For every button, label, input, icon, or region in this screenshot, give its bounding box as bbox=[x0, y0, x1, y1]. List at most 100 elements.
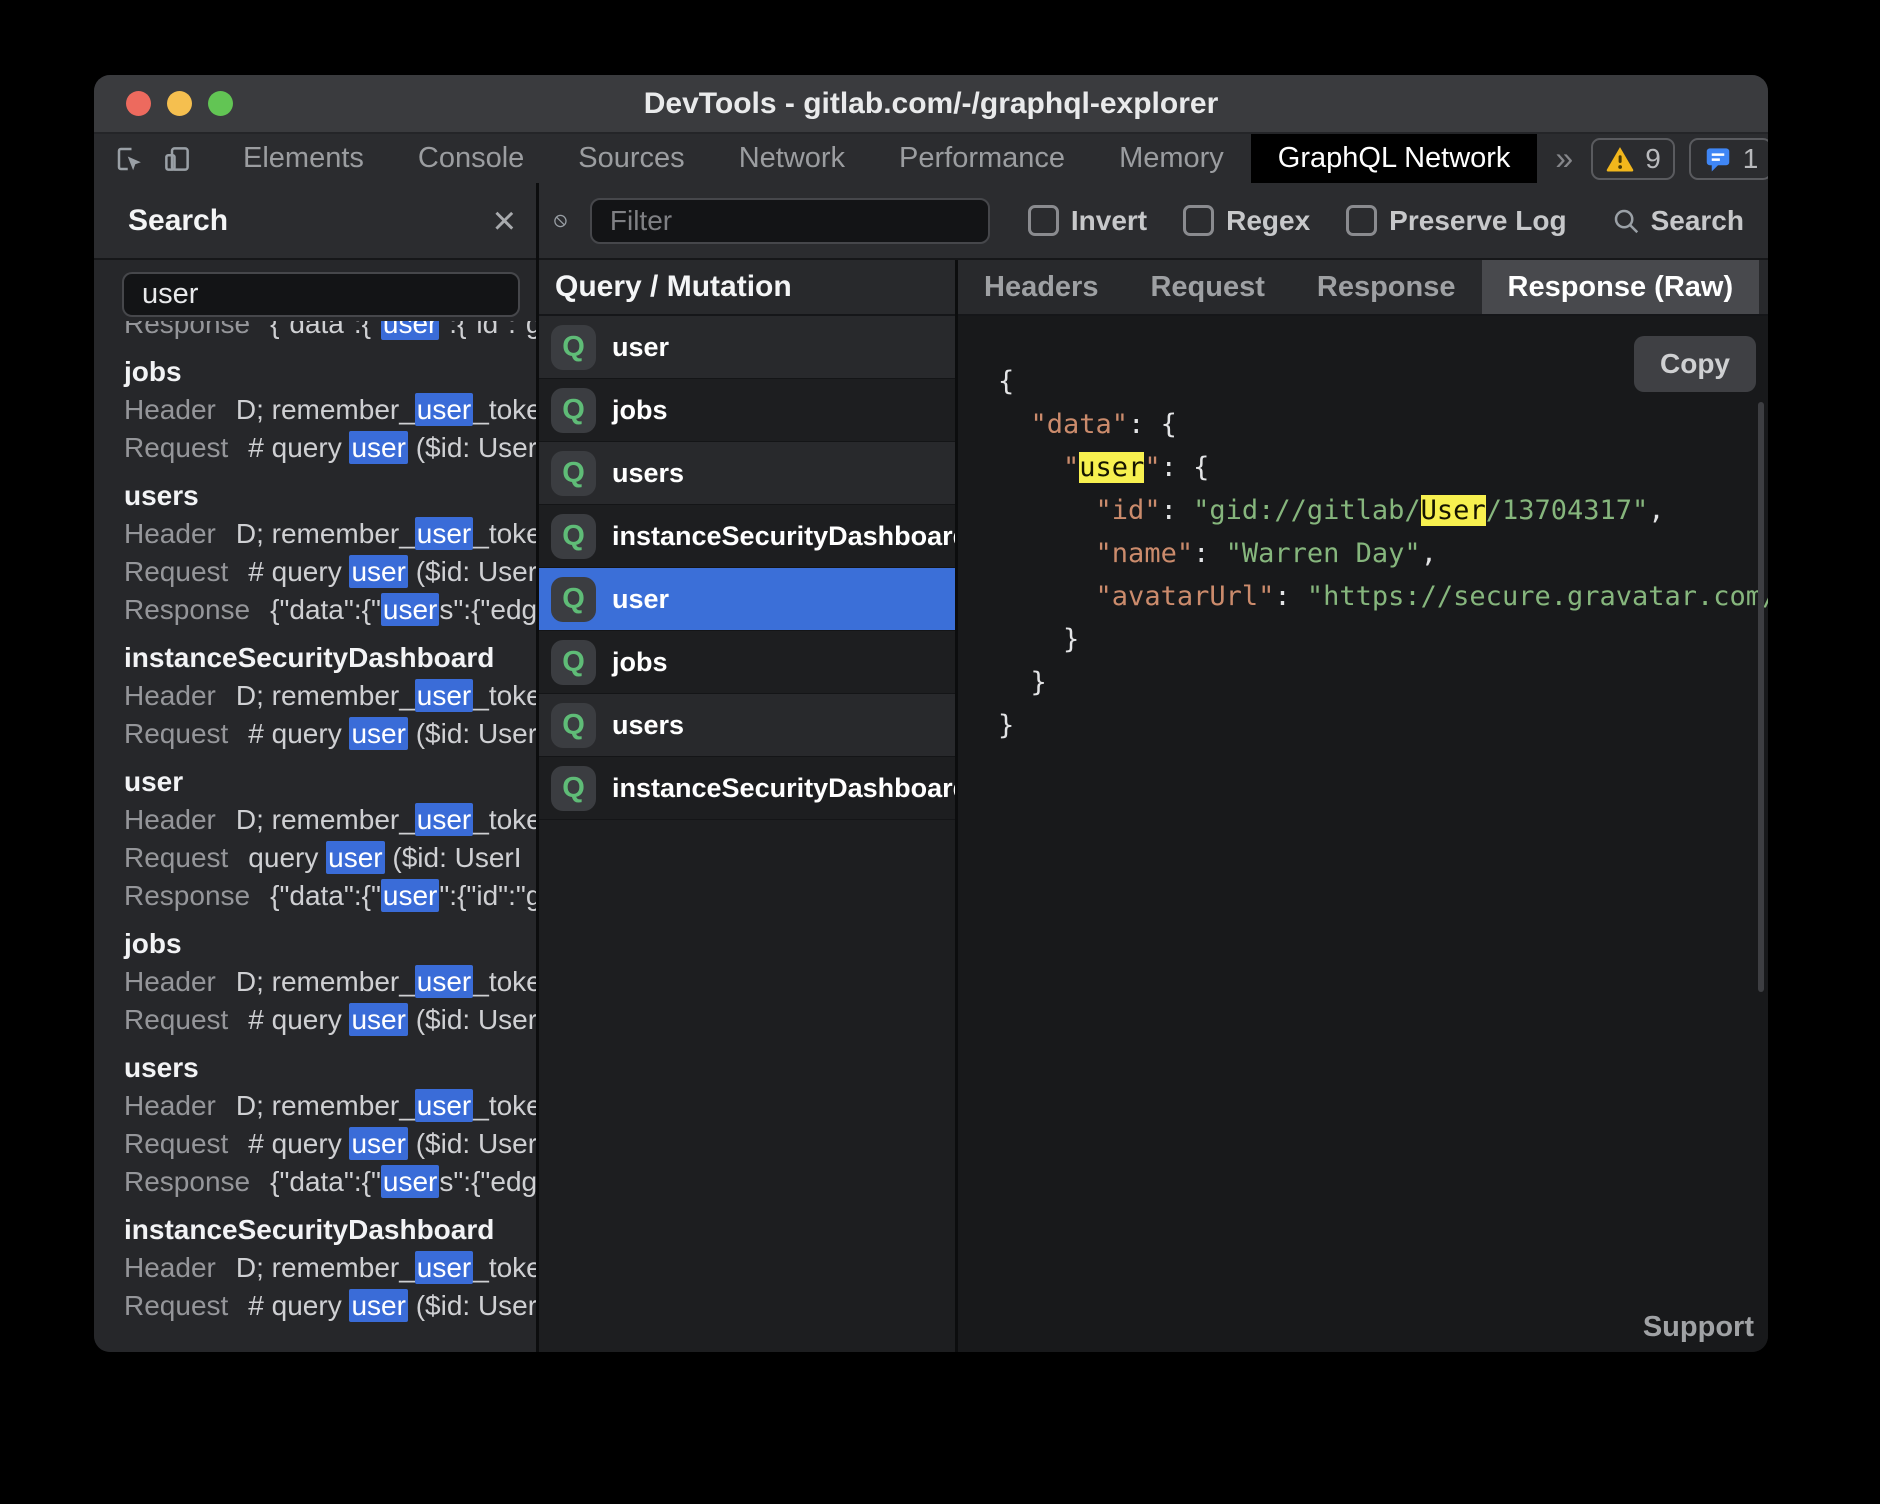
close-window-button[interactable] bbox=[126, 91, 151, 116]
query-item-jobs[interactable]: Qjobs bbox=[539, 631, 955, 694]
query-item-user[interactable]: Quser bbox=[539, 316, 955, 379]
panels-row: Query / Mutation QuserQjobsQusersQinstan… bbox=[539, 260, 1768, 1352]
filter-input[interactable] bbox=[590, 198, 990, 244]
search-match-highlight: user bbox=[381, 879, 439, 912]
checkbox-regex[interactable]: Regex bbox=[1183, 205, 1310, 237]
search-result-line: HeaderD; remember_user_token=e bbox=[124, 801, 536, 839]
search-result[interactable]: Response{"data":{"user":{"id":"gi bbox=[124, 321, 536, 343]
checkbox-box bbox=[1183, 205, 1214, 236]
main-area: Search × Response{"data":{"user":{"id":"… bbox=[94, 183, 1768, 1352]
result-line-label: Request bbox=[124, 1290, 228, 1321]
search-result[interactable]: usersHeaderD; remember_user_token=eReque… bbox=[124, 1049, 536, 1201]
detail-tabs: HeadersRequestResponseResponse (Raw) bbox=[958, 260, 1759, 314]
result-line-text: {"data":{" bbox=[270, 594, 381, 625]
search-result[interactable]: usersHeaderD; remember_user_token=eReque… bbox=[124, 477, 536, 629]
json-line: "id": "gid://gitlab/User/13704317", bbox=[998, 489, 1768, 532]
detail-tab-request[interactable]: Request bbox=[1124, 260, 1290, 314]
inspect-element-icon[interactable] bbox=[114, 144, 144, 174]
query-item-users[interactable]: Qusers bbox=[539, 694, 955, 757]
detail-tab-headers[interactable]: Headers bbox=[958, 260, 1124, 314]
issues-count: 1 bbox=[1743, 143, 1759, 175]
checkbox-invert[interactable]: Invert bbox=[1028, 205, 1147, 237]
search-result[interactable]: jobsHeaderD; remember_user_token=eReques… bbox=[124, 925, 536, 1039]
tab-elements[interactable]: Elements bbox=[216, 134, 391, 183]
json-token: " bbox=[1144, 452, 1160, 483]
search-match-highlight: user bbox=[381, 593, 439, 626]
warnings-count: 9 bbox=[1645, 143, 1661, 175]
query-item-instancesecuritydashboard[interactable]: QinstanceSecurityDashboard bbox=[539, 505, 955, 568]
clear-log-icon[interactable] bbox=[553, 206, 568, 236]
json-token: : bbox=[1161, 495, 1194, 526]
tab-performance[interactable]: Performance bbox=[872, 134, 1092, 183]
search-match-highlight: user bbox=[415, 803, 473, 836]
devtools-tabstrip: ElementsConsoleSourcesNetworkPerformance… bbox=[94, 134, 1768, 183]
search-result[interactable]: userHeaderD; remember_user_token=eReques… bbox=[124, 763, 536, 915]
search-match-highlight: user bbox=[349, 431, 407, 464]
json-indent bbox=[998, 409, 1031, 440]
issues-badge[interactable]: 1 bbox=[1689, 138, 1768, 180]
query-item-label: user bbox=[612, 584, 669, 615]
result-line-label: Response bbox=[124, 1166, 250, 1197]
copy-button[interactable]: Copy bbox=[1634, 336, 1756, 392]
result-line-text: s":{"edges bbox=[439, 1166, 536, 1197]
query-item-users[interactable]: Qusers bbox=[539, 442, 955, 505]
result-line-text: D; remember_ bbox=[236, 680, 415, 711]
search-match-highlight: user bbox=[415, 965, 473, 998]
result-line-text: _token=e bbox=[473, 1090, 536, 1121]
json-token: : bbox=[1193, 538, 1226, 569]
detail-tab-response-raw[interactable]: Response (Raw) bbox=[1482, 260, 1760, 314]
json-token: , bbox=[1421, 538, 1437, 569]
tab-sources[interactable]: Sources bbox=[551, 134, 711, 183]
result-line-label: Response bbox=[124, 880, 250, 911]
result-line-label: Header bbox=[124, 966, 216, 997]
result-line-text: _token=e bbox=[473, 966, 536, 997]
search-result[interactable]: jobsHeaderD; remember_user_token=eReques… bbox=[124, 353, 536, 467]
query-type-badge: Q bbox=[551, 703, 596, 748]
search-result[interactable]: instanceSecurityDashboardHeaderD; rememb… bbox=[124, 1211, 536, 1325]
checkbox-preserve-log[interactable]: Preserve Log bbox=[1346, 205, 1566, 237]
detail-close-icon[interactable]: × bbox=[1759, 260, 1768, 314]
result-line-label: Header bbox=[124, 518, 216, 549]
support-link[interactable]: Support bbox=[1643, 1311, 1754, 1344]
warnings-badge[interactable]: 9 bbox=[1591, 138, 1675, 180]
query-list: QuserQjobsQusersQinstanceSecurityDashboa… bbox=[539, 316, 955, 1352]
tab-memory[interactable]: Memory bbox=[1092, 134, 1251, 183]
device-toolbar-icon[interactable] bbox=[162, 144, 192, 174]
detail-scrollbar[interactable] bbox=[1758, 402, 1764, 992]
json-token: } bbox=[1031, 667, 1047, 698]
json-indent bbox=[998, 581, 1096, 612]
tab-graphql-network[interactable]: GraphQL Network bbox=[1251, 134, 1538, 183]
checkbox-label: Preserve Log bbox=[1389, 205, 1566, 237]
tab-network[interactable]: Network bbox=[712, 134, 872, 183]
checkbox-box bbox=[1028, 205, 1059, 236]
query-type-badge: Q bbox=[551, 577, 596, 622]
query-item-jobs[interactable]: Qjobs bbox=[539, 379, 955, 442]
response-raw-content: { "data": { "user": { "id": "gid://gitla… bbox=[958, 316, 1768, 1352]
json-token: "gid://gitlab/ bbox=[1193, 495, 1421, 526]
result-line-label: Header bbox=[124, 804, 216, 835]
minimize-window-button[interactable] bbox=[167, 91, 192, 116]
network-search-label: Search bbox=[1651, 205, 1744, 237]
search-result[interactable]: instanceSecurityDashboardHeaderD; rememb… bbox=[124, 639, 536, 753]
search-input[interactable] bbox=[122, 272, 520, 317]
result-line-text: ":{"id":"gi bbox=[439, 321, 536, 339]
json-line: "name": "Warren Day", bbox=[998, 532, 1768, 575]
query-type-badge: Q bbox=[551, 514, 596, 559]
json-indent bbox=[998, 667, 1031, 698]
search-result-line: HeaderD; remember_user_token=e bbox=[124, 1087, 536, 1125]
more-tabs-button[interactable]: » bbox=[1537, 134, 1591, 183]
search-result-line: HeaderD; remember_user_token=e bbox=[124, 515, 536, 553]
tab-console[interactable]: Console bbox=[391, 134, 551, 183]
search-result-title: instanceSecurityDashboard bbox=[124, 1211, 536, 1249]
detail-tab-response[interactable]: Response bbox=[1291, 260, 1482, 314]
query-item-instancesecuritydashboard[interactable]: QinstanceSecurityDashboard bbox=[539, 757, 955, 820]
json-token: /13704317" bbox=[1486, 495, 1649, 526]
query-item-user[interactable]: Quser bbox=[539, 568, 955, 631]
result-line-label: Header bbox=[124, 1252, 216, 1283]
detail-panel: HeadersRequestResponseResponse (Raw) × {… bbox=[958, 260, 1768, 1352]
query-item-label: users bbox=[612, 458, 684, 489]
json-line: } bbox=[998, 704, 1768, 747]
zoom-window-button[interactable] bbox=[208, 91, 233, 116]
network-search-button[interactable]: Search bbox=[1611, 205, 1744, 237]
search-panel-close-icon[interactable]: × bbox=[493, 201, 516, 241]
